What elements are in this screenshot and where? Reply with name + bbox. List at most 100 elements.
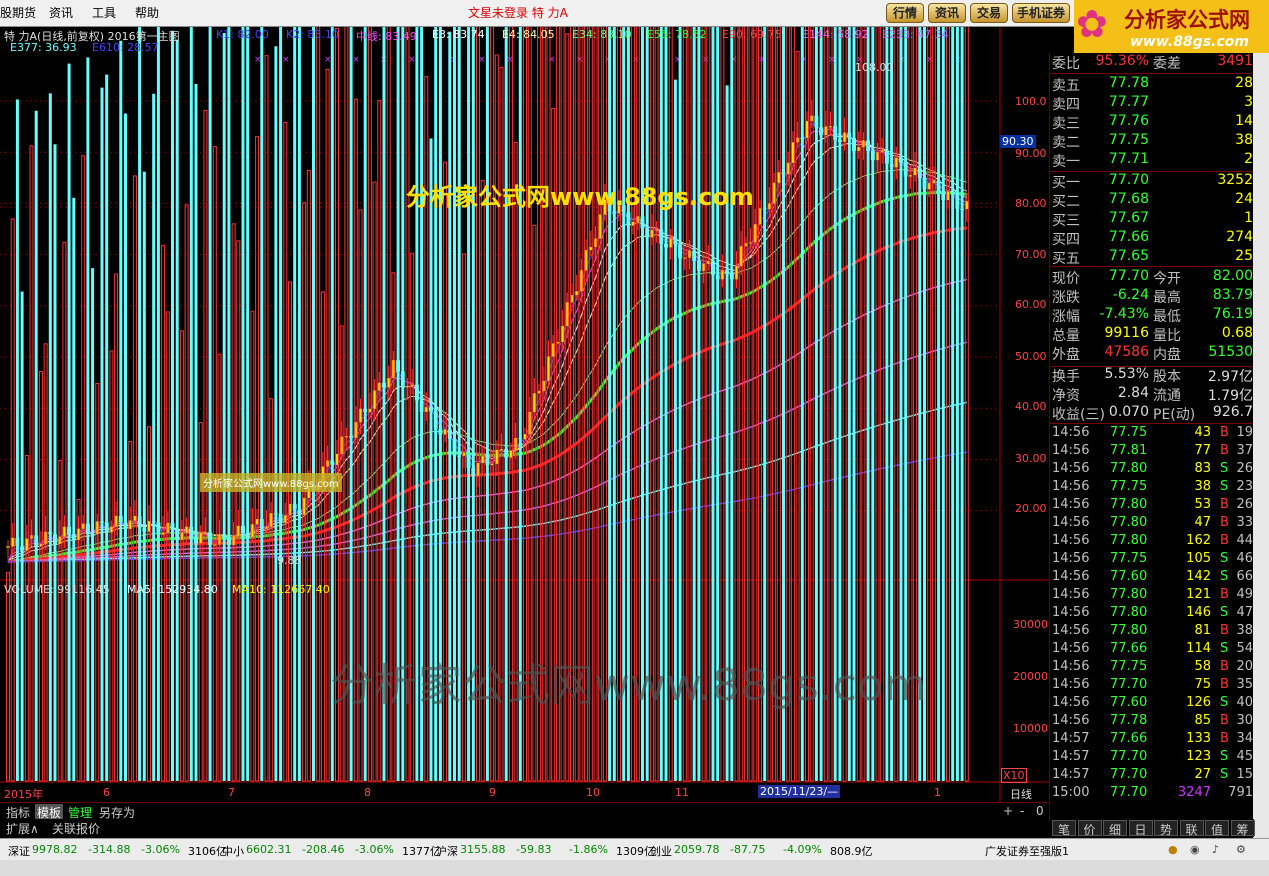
- menu-tools[interactable]: 工具: [92, 4, 116, 21]
- quote-button[interactable]: 行情: [886, 3, 924, 23]
- period-label[interactable]: 日线: [1010, 786, 1032, 802]
- menu-news[interactable]: 资讯: [49, 4, 73, 21]
- volume-bar: [964, 27, 969, 782]
- quote-tab[interactable]: 势: [1154, 820, 1178, 837]
- volume-bar: [124, 113, 127, 782]
- e377-label: E377: 36.93: [10, 41, 77, 54]
- tick-price: 77.70: [1110, 677, 1148, 692]
- volume-bar: [152, 93, 156, 782]
- quote-tab[interactable]: 联: [1179, 820, 1204, 837]
- tick-price: 77.66: [1110, 641, 1148, 656]
- weicha-label: 委差: [1153, 56, 1181, 72]
- volume-bar: [53, 144, 57, 781]
- quote-tab[interactable]: 日: [1128, 820, 1153, 837]
- volume-bar: [255, 136, 260, 782]
- tick-volume: 83: [1194, 461, 1211, 476]
- volume-bar: [312, 27, 315, 781]
- tick-side: B: [1220, 659, 1229, 674]
- volume-bar: [6, 571, 10, 782]
- menu-help[interactable]: 帮助: [135, 4, 159, 21]
- tick-side: S: [1220, 479, 1229, 494]
- tick-time: 14:56: [1052, 479, 1090, 494]
- bid-row[interactable]: 买一 77.70 3252: [1050, 172, 1255, 191]
- tick-time: 14:56: [1052, 605, 1090, 620]
- tick-price: 77.80: [1110, 587, 1148, 602]
- volume-bar: [212, 146, 217, 782]
- menu-futures[interactable]: 股期货: [0, 4, 36, 21]
- bottom-strip: [0, 860, 1269, 876]
- stat-row-label: 涨幅: [1052, 309, 1080, 325]
- trade-button[interactable]: 交易: [970, 3, 1008, 23]
- quote-tab[interactable]: 筹: [1230, 820, 1255, 837]
- mobile-securities-button[interactable]: 手机证券: [1012, 3, 1070, 23]
- bid-price: 77.65: [1108, 248, 1149, 264]
- quote-tab[interactable]: 价: [1077, 820, 1102, 837]
- tick-side: S: [1220, 605, 1229, 620]
- info-row-value: 0.070: [1108, 404, 1149, 420]
- volume-bar: [946, 27, 950, 782]
- volume-bar: [283, 121, 288, 782]
- date-label: 1: [934, 786, 941, 799]
- tick-count: 66: [1236, 569, 1253, 584]
- tick-row: 14:57 77.70 123 S 45: [1050, 749, 1255, 767]
- index-val: 6602.31: [246, 843, 292, 856]
- ask-row[interactable]: 卖二 77.75 38: [1050, 132, 1255, 151]
- ask-row[interactable]: 卖五 77.78 28: [1050, 75, 1255, 94]
- quote-tab[interactable]: 细: [1103, 820, 1127, 837]
- broker-label: 广发证券至强版1: [985, 845, 1069, 858]
- bid-row[interactable]: 买五 77.65 25: [1050, 248, 1255, 267]
- date-label: 9: [489, 786, 496, 799]
- tick-volume: 162: [1186, 533, 1211, 548]
- gold-coin-icon[interactable]: ●: [1168, 843, 1178, 856]
- tick-price: 77.80: [1110, 605, 1148, 620]
- bid-row[interactable]: 买二 77.68 24: [1050, 191, 1255, 210]
- tick-price: 77.70: [1110, 785, 1148, 800]
- tick-volume: 77: [1194, 443, 1211, 458]
- quote-tab[interactable]: 笔: [1052, 820, 1076, 837]
- volume-bar: [231, 223, 236, 782]
- tick-row: 14:56 77.70 75 B 35: [1050, 677, 1255, 695]
- stat-row-label: 外盘: [1052, 347, 1080, 363]
- ask-price: 77.76: [1108, 113, 1149, 129]
- volume-bar: [29, 145, 34, 782]
- info-row-value: 2.84: [1117, 385, 1149, 401]
- bid-row[interactable]: 买四 77.66 274: [1050, 229, 1255, 248]
- k2-label: K2: 83.10: [286, 28, 339, 41]
- tick-price: 77.75: [1110, 425, 1148, 440]
- ask-volume: 3: [1244, 94, 1253, 110]
- stat-row-label2: 今开: [1153, 271, 1181, 287]
- tick-count: 49: [1236, 587, 1253, 602]
- news-button[interactable]: 资讯: [928, 3, 966, 23]
- tick-row: 14:56 77.75 58 B 20: [1050, 659, 1255, 677]
- info-row-value2: 926.7: [1212, 404, 1253, 420]
- e610-label: E610: 28.57: [92, 41, 159, 54]
- quote-scrollbar[interactable]: [1253, 53, 1269, 838]
- sound-icon[interactable]: ♪: [1212, 843, 1219, 856]
- bid-row[interactable]: 买三 77.67 1: [1050, 210, 1255, 229]
- quote-tab[interactable]: 值: [1205, 820, 1229, 837]
- ask-row[interactable]: 卖四 77.77 3: [1050, 94, 1255, 113]
- settings-icon[interactable]: ⚙: [1236, 843, 1246, 856]
- index-amt: 808.9亿: [830, 845, 873, 858]
- tab-expand[interactable]: 扩展∧: [6, 820, 39, 837]
- index-chg: -314.88: [88, 843, 131, 856]
- kline-chart[interactable]: ××××××××××××××××××××××× 特 力A(日线,前复权) 201…: [0, 27, 1049, 802]
- volume-bar: [10, 218, 15, 782]
- chat-icon[interactable]: ◉: [1190, 843, 1200, 856]
- tick-time: 14:56: [1052, 587, 1090, 602]
- signal-marker: ×: [352, 55, 360, 65]
- e3-label: E3: 83.74: [432, 28, 485, 41]
- ask-volume: 14: [1235, 113, 1253, 129]
- ask-row[interactable]: 卖一 77.71 2: [1050, 151, 1255, 170]
- volume-axis-label: 10000: [1013, 722, 1048, 735]
- zoom-out-button[interactable]: -: [1020, 804, 1024, 818]
- ask-row[interactable]: 卖三 77.76 14: [1050, 113, 1255, 132]
- zoom-in-button[interactable]: +: [1003, 804, 1013, 818]
- bid-price: 77.67: [1108, 210, 1149, 226]
- zoom-reset-button[interactable]: 0: [1036, 804, 1044, 818]
- volume-bar: [246, 27, 250, 782]
- high-label: 108.00: [855, 61, 894, 74]
- bid-label: 买一: [1052, 175, 1080, 191]
- volume-bar: [119, 40, 123, 782]
- tab-related-quote[interactable]: 关联报价: [52, 820, 100, 837]
